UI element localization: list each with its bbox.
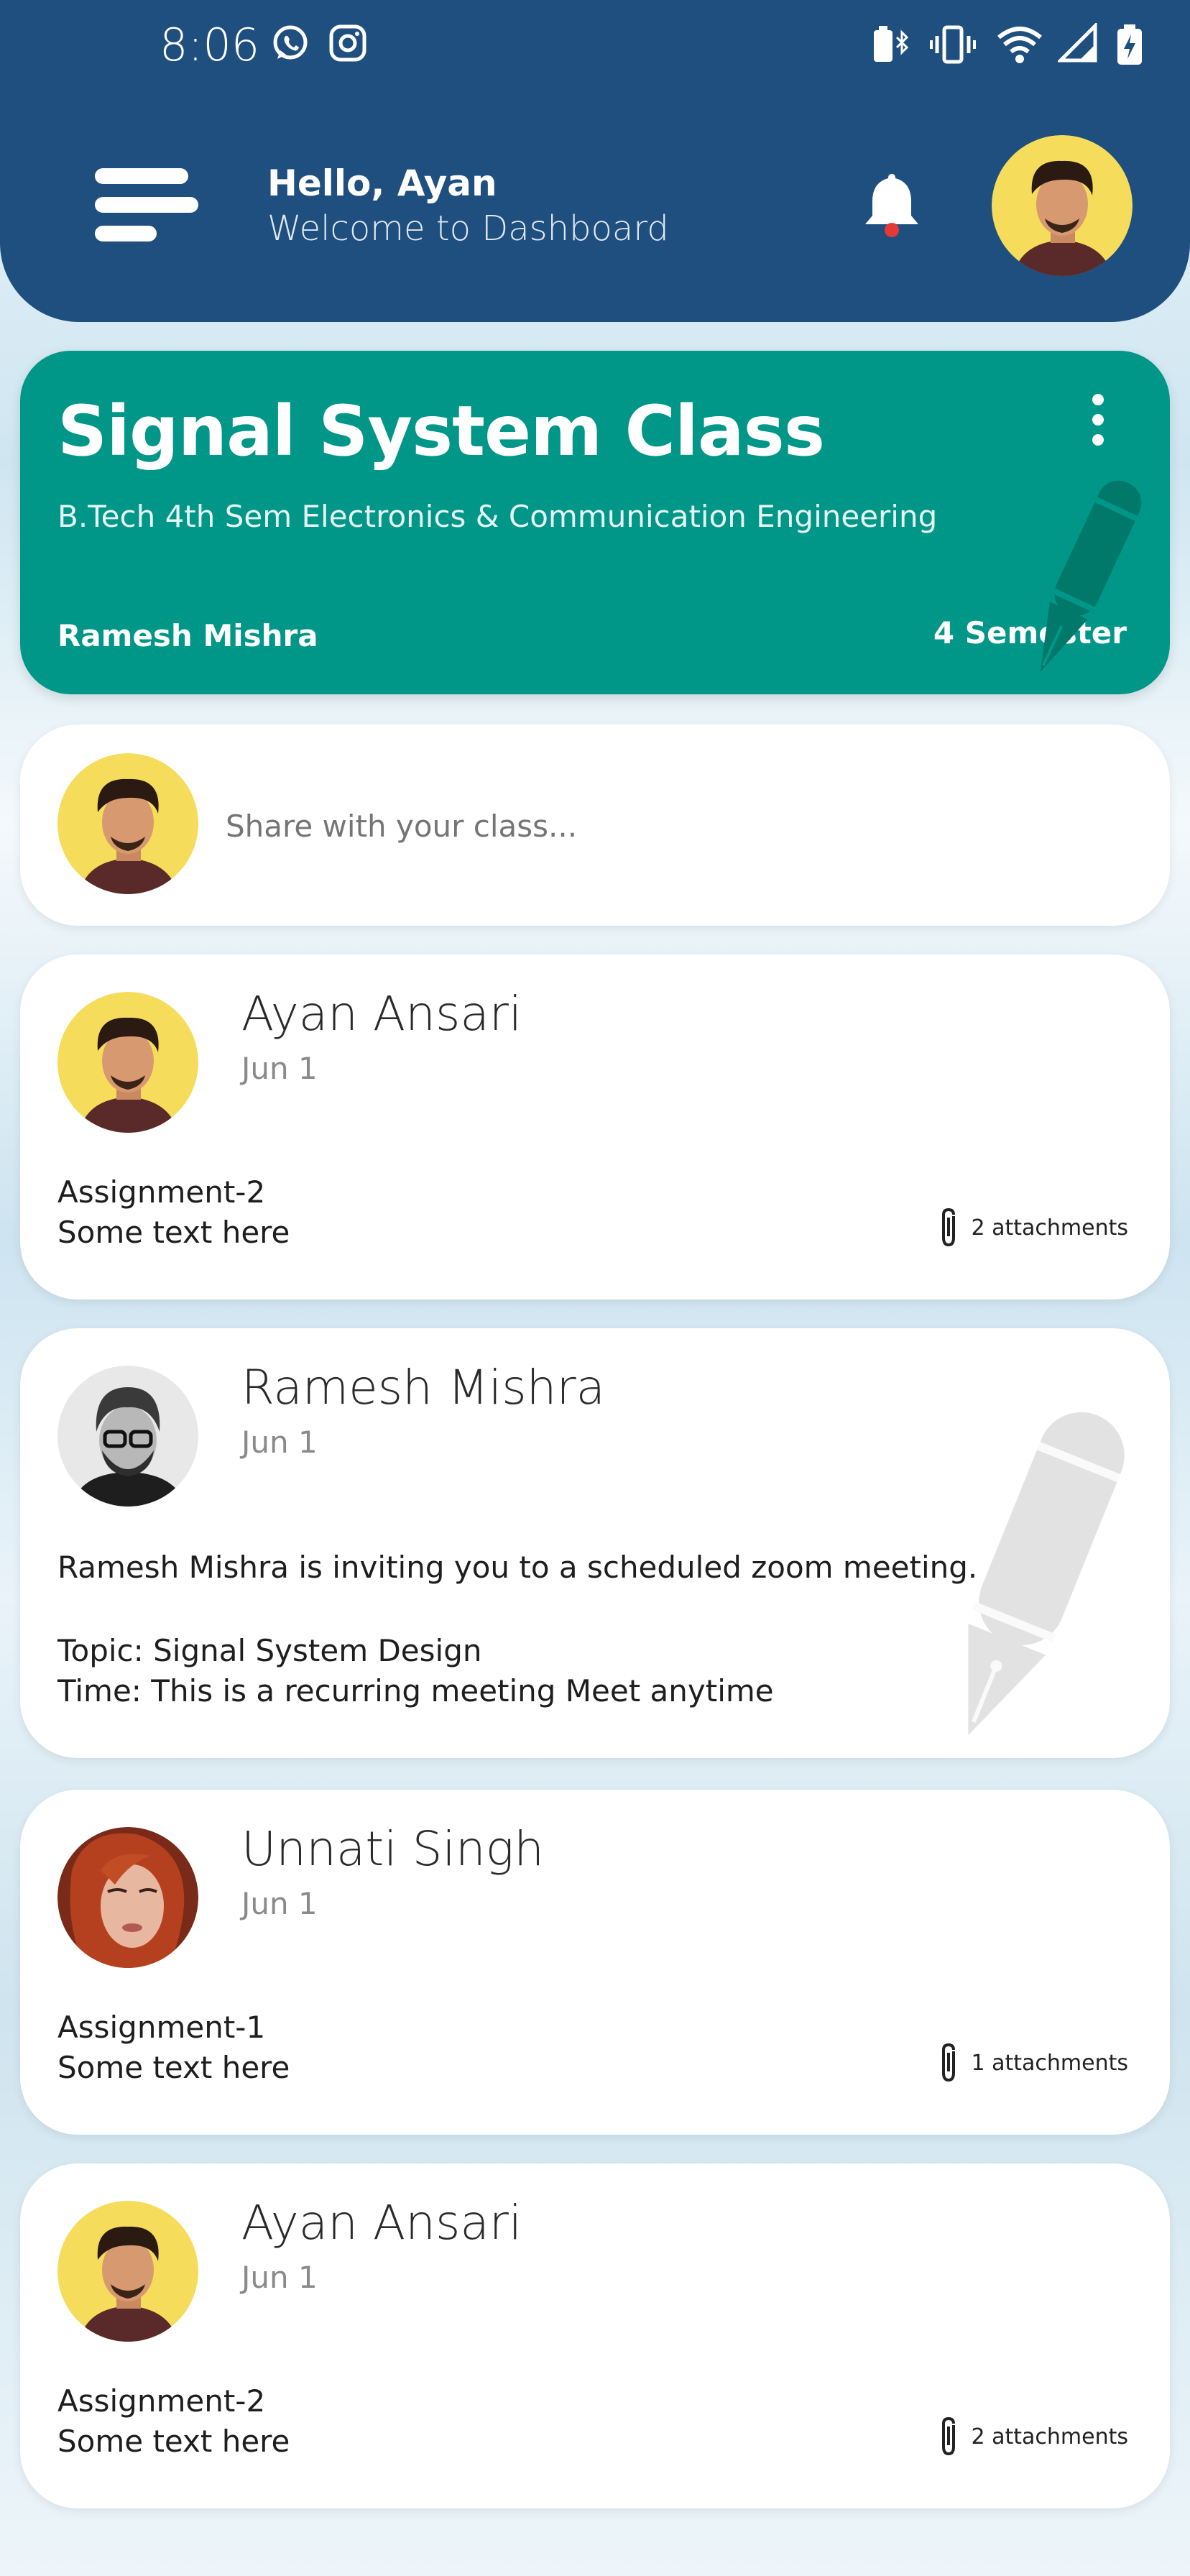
avatar bbox=[57, 2201, 198, 2342]
greeting-subtitle: Welcome to Dashboard bbox=[267, 208, 669, 249]
wifi-icon bbox=[997, 27, 1042, 63]
menu-button[interactable] bbox=[92, 165, 200, 244]
status-bar: 8:06 bbox=[0, 0, 1190, 93]
class-subtitle: B.Tech 4th Sem Electronics & Communicati… bbox=[57, 499, 938, 534]
post-title: Assignment-2 bbox=[57, 2383, 266, 2419]
post-text: Some text here bbox=[57, 1215, 290, 1250]
attachments-count: 2 attachments bbox=[971, 2424, 1128, 2450]
paperclip-icon bbox=[942, 1208, 956, 1247]
more-options-icon[interactable] bbox=[1076, 388, 1120, 453]
class-banner[interactable]: Signal System Class B.Tech 4th Sem Elect… bbox=[20, 351, 1170, 694]
avatar bbox=[57, 753, 198, 894]
avatar bbox=[57, 1366, 198, 1506]
post-author: Ayan Ansari bbox=[241, 2195, 522, 2250]
class-title: Signal System Class bbox=[57, 391, 825, 472]
notification-bell-icon[interactable] bbox=[859, 170, 924, 242]
post-card[interactable]: Unnati Singh Jun 1 Assignment-1 Some tex… bbox=[20, 1790, 1170, 2135]
vibrate-icon bbox=[930, 25, 976, 64]
battery-charging-icon bbox=[1117, 24, 1142, 65]
post-text: Ramesh Mishra is inviting you to a sched… bbox=[57, 1550, 978, 1585]
post-card[interactable]: Ayan Ansari Jun 1 Assignment-2 Some text… bbox=[20, 2163, 1170, 2508]
pen-icon bbox=[968, 1412, 1125, 1736]
greeting-title: Hello, Ayan bbox=[267, 162, 497, 204]
bluetooth-battery-icon bbox=[874, 26, 909, 62]
pen-icon bbox=[1040, 480, 1142, 672]
post-card[interactable]: Ramesh Mishra Jun 1 Ramesh Mishra is inv… bbox=[20, 1328, 1170, 1758]
post-title: Assignment-2 bbox=[57, 1174, 266, 1210]
paperclip-icon bbox=[942, 2043, 956, 2082]
instagram-icon bbox=[329, 24, 366, 62]
attachments-link[interactable]: 2 attachments bbox=[936, 2415, 1128, 2458]
whatsapp-icon bbox=[273, 25, 308, 60]
post-title: Assignment-1 bbox=[57, 2010, 266, 2045]
post-date: Jun 1 bbox=[241, 1425, 318, 1460]
post-date: Jun 1 bbox=[241, 1051, 318, 1086]
app-header: 8:06 Hello, Ayan Welcome to Dashboard bbox=[0, 0, 1190, 322]
post-date: Jun 1 bbox=[241, 1886, 318, 1921]
class-teacher: Ramesh Mishra bbox=[57, 618, 318, 653]
avatar bbox=[57, 992, 198, 1133]
share-card bbox=[20, 724, 1170, 926]
post-time: Time: This is a recurring meeting Meet a… bbox=[57, 1673, 774, 1708]
post-author: Unnati Singh bbox=[241, 1821, 545, 1877]
share-input[interactable] bbox=[224, 791, 1118, 861]
attachments-count: 2 attachments bbox=[971, 1215, 1128, 1241]
cellular-signal-icon bbox=[1058, 23, 1097, 63]
attachments-link[interactable]: 1 attachments bbox=[936, 2041, 1128, 2084]
post-card[interactable]: Ayan Ansari Jun 1 Assignment-2 Some text… bbox=[20, 954, 1170, 1300]
status-time: 8:06 bbox=[160, 19, 260, 71]
avatar bbox=[57, 1827, 198, 1968]
paperclip-icon bbox=[942, 2416, 956, 2456]
post-topic: Topic: Signal System Design bbox=[57, 1633, 482, 1668]
post-author: Ayan Ansari bbox=[241, 986, 522, 1041]
attachments-count: 1 attachments bbox=[971, 2050, 1128, 2076]
post-date: Jun 1 bbox=[241, 2260, 318, 2295]
post-text: Some text here bbox=[57, 2424, 290, 2459]
attachments-link[interactable]: 2 attachments bbox=[936, 1206, 1128, 1249]
post-text: Some text here bbox=[57, 2050, 290, 2085]
post-author: Ramesh Mishra bbox=[241, 1360, 606, 1415]
user-avatar[interactable] bbox=[992, 135, 1133, 276]
